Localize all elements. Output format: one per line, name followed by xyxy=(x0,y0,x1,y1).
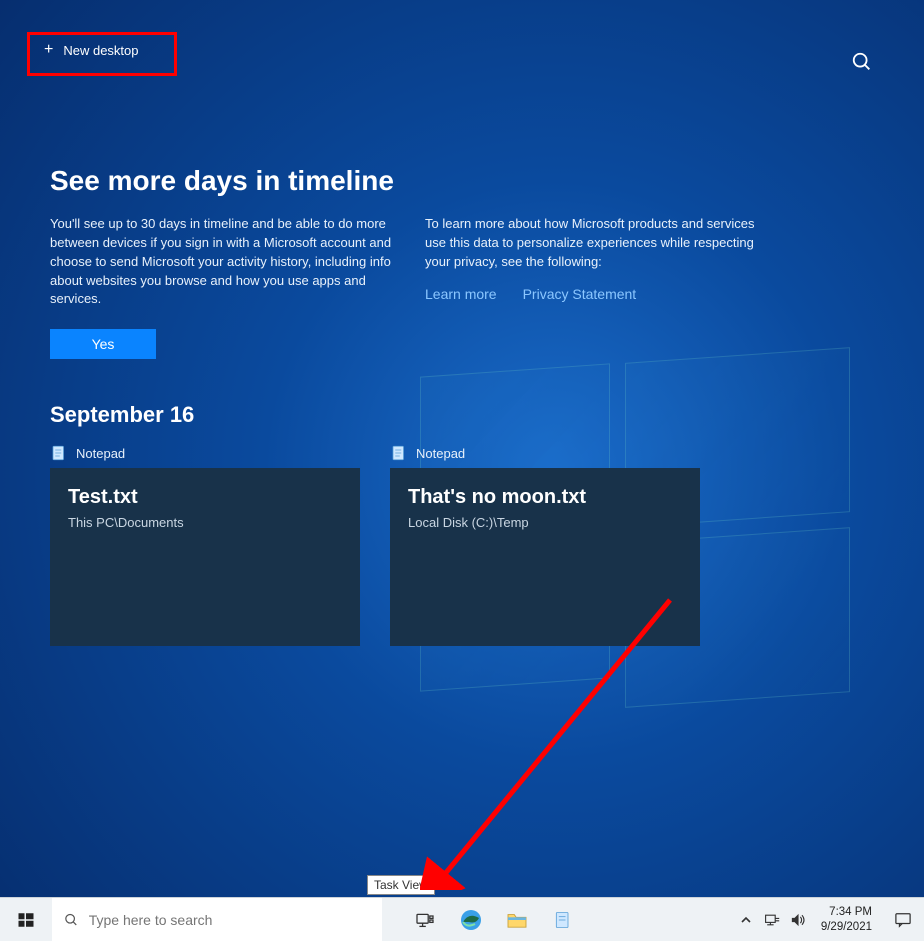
taskbar-search-box[interactable] xyxy=(52,898,382,941)
search-icon xyxy=(64,912,79,928)
notepad-taskbar-button[interactable] xyxy=(540,898,586,941)
file-explorer-button[interactable] xyxy=(494,898,540,941)
edge-icon xyxy=(459,908,483,932)
timeline-card-group: Notepad That's no moon.txt Local Disk (C… xyxy=(390,444,700,646)
chevron-up-icon xyxy=(740,914,752,926)
task-view-top-bar: + New desktop xyxy=(0,30,924,90)
network-icon xyxy=(764,913,780,927)
promo-text-left: You'll see up to 30 days in timeline and… xyxy=(50,215,395,309)
promo-heading: See more days in timeline xyxy=(50,165,810,197)
card-app-name: Notepad xyxy=(416,446,465,461)
timeline-promo: See more days in timeline You'll see up … xyxy=(50,165,810,359)
action-center-button[interactable] xyxy=(882,898,924,941)
new-desktop-label: New desktop xyxy=(63,43,138,58)
new-desktop-button[interactable]: + New desktop xyxy=(44,42,139,58)
notepad-icon xyxy=(553,910,573,930)
tray-chevron-up[interactable] xyxy=(733,898,759,941)
task-view-button[interactable] xyxy=(402,898,448,941)
clock-time: 7:34 PM xyxy=(821,905,872,919)
speaker-icon xyxy=(790,913,806,927)
task-view-tooltip: Task View xyxy=(367,875,435,895)
card-title: Test.txt xyxy=(68,486,342,509)
plus-icon: + xyxy=(44,42,53,58)
timeline-date-heading: September 16 xyxy=(50,402,194,428)
timeline-cards-row: Notepad Test.txt This PC\Documents Notep… xyxy=(50,444,700,646)
card-title: That's no moon.txt xyxy=(408,486,682,509)
clock-date: 9/29/2021 xyxy=(821,920,872,934)
windows-logo-icon xyxy=(17,911,35,929)
notepad-icon xyxy=(50,444,68,462)
edge-button[interactable] xyxy=(448,898,494,941)
timeline-card-group: Notepad Test.txt This PC\Documents xyxy=(50,444,360,646)
tray-network[interactable] xyxy=(759,898,785,941)
taskbar-clock[interactable]: 7:34 PM 9/29/2021 xyxy=(811,905,882,934)
privacy-statement-link[interactable]: Privacy Statement xyxy=(523,284,637,304)
card-app-name: Notepad xyxy=(76,446,125,461)
taskbar-search-input[interactable] xyxy=(89,912,370,928)
folder-icon xyxy=(506,911,528,929)
timeline-search-button[interactable] xyxy=(848,48,876,76)
tray-volume[interactable] xyxy=(785,898,811,941)
timeline-activity-card[interactable]: That's no moon.txt Local Disk (C:)\Temp xyxy=(390,468,700,646)
yes-button[interactable]: Yes xyxy=(50,329,156,359)
taskbar: 7:34 PM 9/29/2021 xyxy=(0,897,924,941)
search-icon xyxy=(851,51,873,73)
card-subtitle: Local Disk (C:)\Temp xyxy=(408,515,682,530)
learn-more-link[interactable]: Learn more xyxy=(425,284,497,304)
timeline-activity-card[interactable]: Test.txt This PC\Documents xyxy=(50,468,360,646)
card-subtitle: This PC\Documents xyxy=(68,515,342,530)
notepad-icon xyxy=(390,444,408,462)
notification-icon xyxy=(894,912,912,928)
promo-text-right: To learn more about how Microsoft produc… xyxy=(425,215,770,272)
start-button[interactable] xyxy=(0,898,52,941)
task-view-icon xyxy=(415,912,435,928)
taskbar-tray: 7:34 PM 9/29/2021 xyxy=(733,898,924,941)
